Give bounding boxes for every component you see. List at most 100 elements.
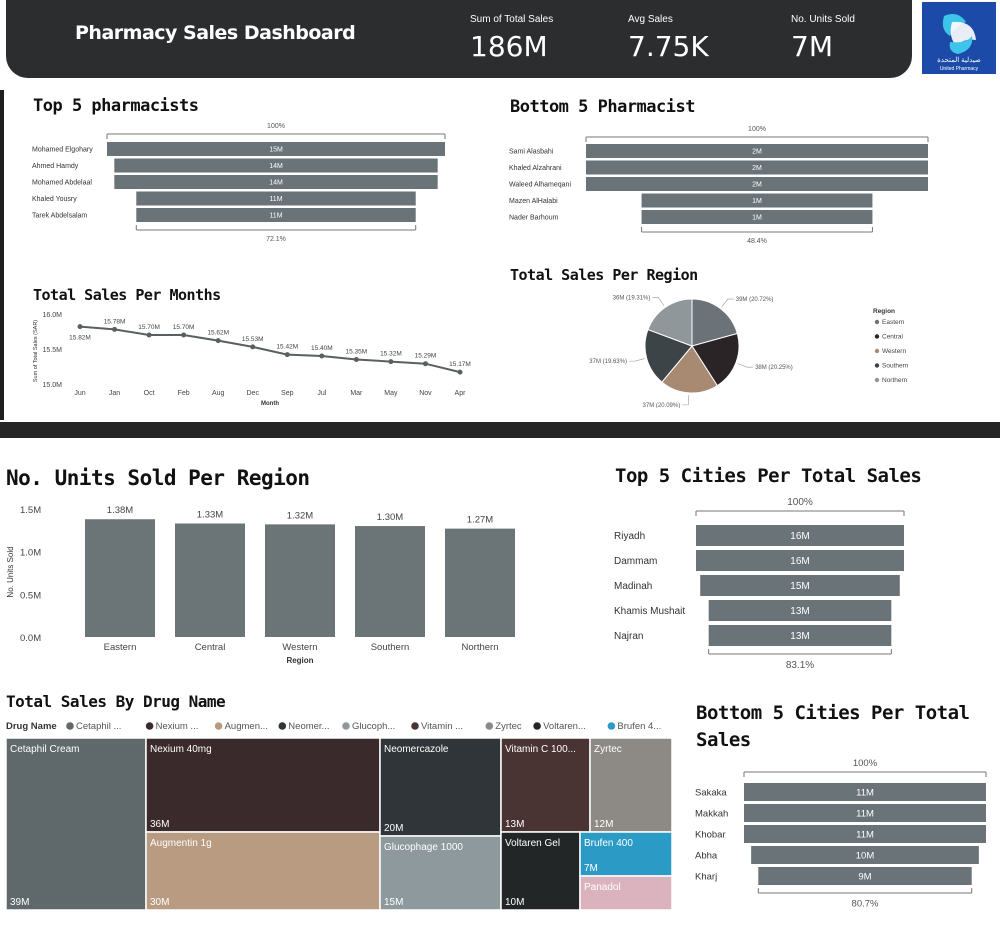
- treemap-tile-name: Nexium 40mg: [150, 744, 212, 755]
- funnel-bottom-percent: 48.4%: [747, 238, 767, 245]
- bar-southern: [355, 526, 425, 637]
- funnel-category-label: Mohamed Abdelaal: [32, 179, 92, 186]
- bar-x-tick-label: Southern: [371, 642, 410, 653]
- funnel-value-label: 15M: [790, 581, 809, 592]
- funnel-category-label: Tarek Abdelsalam: [32, 212, 87, 219]
- top5-cities-chart: 100% Riyadh 16M Dammam 16M Madinah 15M Khamis M…: [614, 497, 905, 671]
- treemap-tile-value: 39M: [10, 897, 29, 908]
- funnel-category-label: Sami Alasbahi: [509, 148, 554, 155]
- pie-legend-label: Southern: [882, 363, 909, 370]
- funnel-value-label: 11M: [269, 212, 282, 219]
- bar-x-axis-title: Region: [286, 656, 313, 665]
- treemap-tile-name: Glucophage 1000: [384, 842, 463, 853]
- treemap-legend-marker: [411, 722, 419, 730]
- line-point: [388, 359, 394, 365]
- pie-leader-line: [721, 298, 734, 308]
- line-data-label: 15.32M: [380, 351, 402, 358]
- funnel-value-label: 1M: [752, 198, 762, 205]
- line-data-label: 15.78M: [104, 318, 126, 325]
- treemap-tile-name: Augmentin 1g: [150, 838, 212, 849]
- kpi-units-sold-label: No. Units Sold: [791, 14, 855, 25]
- treemap-legend-label: Voltaren...: [543, 721, 586, 732]
- line-x-tick-label: Aug: [212, 390, 225, 397]
- funnel-value-label: 11M: [856, 787, 874, 798]
- funnel-bottom-percent: 72.1%: [266, 236, 286, 243]
- bottom5-pharmacist-chart: 100% Sami Alasbahi 2M Khaled Alzahrani 2M Wal…: [509, 126, 929, 245]
- bar-x-tick-label: Central: [195, 642, 226, 653]
- funnel-category-label: Makkah: [695, 808, 728, 819]
- pie-legend-marker: [874, 363, 880, 368]
- line-x-tick-label: Oct: [144, 390, 155, 397]
- funnel-value-label: 14M: [269, 163, 283, 170]
- line-x-tick-label: Jun: [74, 390, 85, 397]
- bar-x-tick-label: Eastern: [104, 642, 137, 653]
- line-series: [79, 325, 461, 374]
- bottom5-pharmacist-title: Bottom 5 Pharmacist: [510, 97, 695, 117]
- funnel-value-label: 13M: [790, 606, 809, 617]
- bottom5-cities-title: Bottom 5 Cities Per Total Sales: [696, 702, 970, 751]
- funnel-category-label: Mazen AlHalabi: [509, 198, 558, 205]
- funnel-category-label: Nader Barhoum: [509, 214, 559, 221]
- bar-central: [175, 523, 245, 637]
- funnel-bottom-percent: 83.1%: [786, 660, 814, 671]
- line-point: [284, 352, 290, 358]
- line-y-axis-title: Sum of Total Sales (SAR): [33, 320, 39, 382]
- pie-leader-line: [682, 394, 690, 406]
- line-point: [319, 353, 325, 359]
- funnel-category-label: Waleed Alhameqani: [509, 181, 571, 188]
- line-data-label: 15.35M: [346, 349, 368, 356]
- funnel-value-label: 14M: [269, 179, 283, 186]
- treemap-legend-label: Zyrtec: [495, 721, 522, 732]
- top5-pharmacists-chart: 100% Mohamed Elgohary 15M Ahmed Hamdy 14M Moh…: [32, 123, 446, 243]
- funnel-category-label: Khobar: [695, 829, 726, 840]
- funnel-top-percent: 100%: [267, 123, 285, 130]
- funnel-top-percent: 100%: [787, 497, 813, 508]
- line-data-label: 15.62M: [207, 330, 229, 337]
- treemap-legend-marker: [145, 722, 154, 730]
- sales-per-months-chart: Sum of Total Sales (SAR) 16.0M 15.5M 15.0M 1…: [33, 312, 471, 407]
- bar-western: [265, 524, 335, 637]
- line-point: [112, 326, 118, 332]
- line-x-tick-label: Sep: [281, 390, 294, 397]
- bar-x-tick-label: Northern: [462, 642, 499, 653]
- funnel-value-label: 2M: [752, 165, 762, 172]
- pie-legend-label: Eastern: [882, 319, 905, 326]
- funnel-top-percent: 100%: [853, 758, 878, 769]
- treemap-legend-marker: [66, 722, 74, 730]
- line-data-label: 15.40M: [311, 345, 333, 352]
- pie-legend-marker: [874, 334, 880, 339]
- line-y-tick-label: 16.0M: [43, 312, 63, 319]
- treemap-tile-name: Panadol: [584, 882, 621, 893]
- treemap-legend-marker: [607, 722, 616, 730]
- funnel-value-label: 2M: [752, 181, 762, 188]
- top5-pharmacists-title: Top 5 pharmacists: [33, 96, 199, 116]
- treemap-legend-marker: [533, 722, 541, 730]
- pie-data-label: 37M (19.63%): [589, 359, 627, 365]
- treemap-tile-name: Cetaphil Cream: [10, 744, 79, 755]
- treemap-tile-value: 36M: [150, 819, 169, 830]
- sales-by-drug-chart: Drug Name Cetaphil ... Nexium ... Augmen...…: [5, 721, 673, 910]
- bar-y-axis-title: No. Units Sold: [6, 546, 15, 597]
- treemap-tile-value: 13M: [505, 819, 524, 830]
- logo-arabic-text: صيدلية المتحدة: [937, 56, 981, 64]
- kpi-avg-sales-value: 7.75K: [628, 30, 709, 63]
- left-divider: [0, 90, 4, 420]
- funnel-value-label: 2M: [752, 148, 762, 155]
- line-x-tick-label: Mar: [350, 390, 363, 397]
- bar-y-tick-label: 0.5M: [20, 590, 41, 601]
- line-x-tick-label: Jul: [317, 390, 326, 397]
- funnel-category-label: Abha: [695, 850, 718, 861]
- funnel-value-label: 11M: [856, 829, 874, 840]
- treemap-tile-value: 10M: [505, 897, 524, 908]
- units-per-region-title: No. Units Sold Per Region: [6, 466, 310, 490]
- funnel-value-label: 16M: [790, 556, 809, 567]
- treemap-legend-marker: [278, 722, 287, 730]
- sales-per-region-title: Total Sales Per Region: [510, 266, 698, 284]
- funnel-value-label: 9M: [858, 871, 871, 882]
- funnel-category-label: Najran: [614, 631, 643, 642]
- units-per-region-chart: No. Units Sold 1.5M 1.0M 0.5M 0.0M 1.38M Easte…: [6, 505, 515, 665]
- line-y-tick-label: 15.0M: [43, 382, 63, 389]
- treemap-tile-name: Neomercazole: [384, 744, 449, 755]
- funnel-category-label: Riyadh: [614, 531, 645, 542]
- pie-leader-line: [652, 297, 665, 306]
